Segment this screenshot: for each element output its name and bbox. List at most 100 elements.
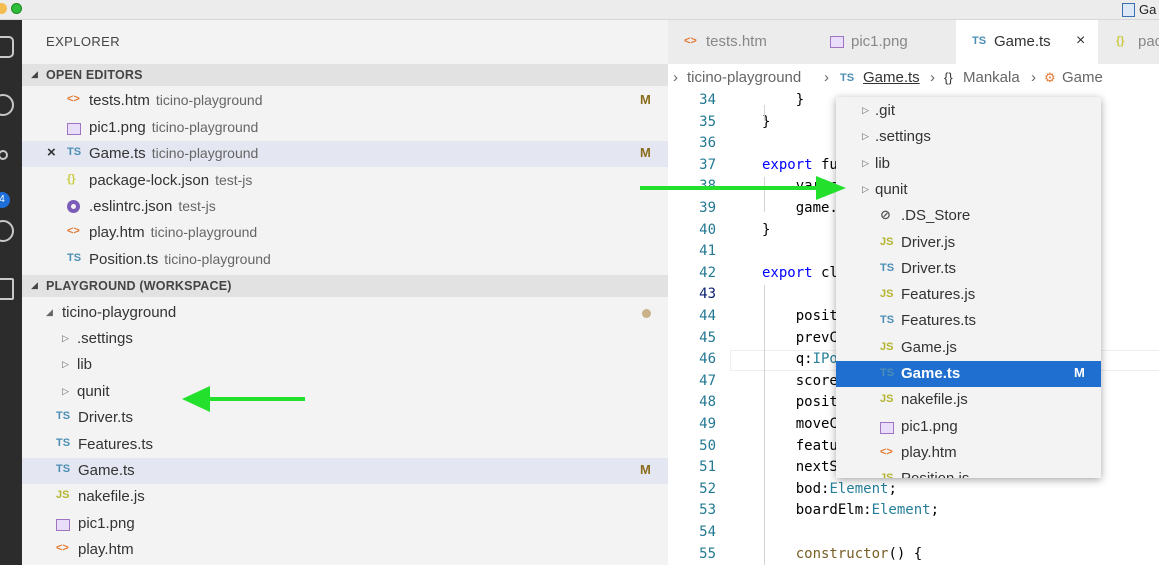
tree-file[interactable]: JS nakefile.js bbox=[22, 484, 668, 510]
tab-game-ts[interactable]: TS Game.ts × bbox=[956, 20, 1098, 64]
debug-icon[interactable] bbox=[0, 220, 14, 242]
typescript-file-icon: TS bbox=[840, 72, 855, 84]
open-editor-item[interactable]: .eslintrc.json test-js bbox=[22, 194, 668, 220]
file-name: package-lock.json bbox=[89, 172, 210, 189]
file-name: Features.js bbox=[901, 286, 976, 304]
picker-file[interactable]: JS Game.js bbox=[836, 335, 1101, 361]
open-editor-item[interactable]: {} package-lock.json test-js bbox=[22, 168, 668, 194]
open-editor-item-active[interactable]: × TS Game.ts ticino-playground M bbox=[22, 141, 668, 167]
file-name: Driver.ts bbox=[901, 259, 957, 277]
javascript-file-icon: JS bbox=[880, 340, 894, 353]
open-editor-item[interactable]: pic1.png ticino-playground bbox=[22, 115, 668, 141]
line-number: 50 bbox=[699, 437, 716, 454]
picker-file[interactable]: JS Position.js bbox=[836, 466, 1101, 478]
tree-file[interactable]: pic1.png bbox=[22, 511, 668, 537]
code-line: prevC bbox=[762, 330, 838, 346]
modified-dot bbox=[642, 309, 651, 318]
modified-badge: M bbox=[640, 92, 651, 107]
tab-label: pac bbox=[1138, 33, 1159, 50]
open-editor-item[interactable]: <> play.htm ticino-playground bbox=[22, 220, 668, 246]
picker-folder[interactable]: ▷ qunit bbox=[836, 177, 1101, 203]
picker-file[interactable]: JS nakefile.js bbox=[836, 387, 1101, 413]
picker-file[interactable]: JS Features.js bbox=[836, 282, 1101, 308]
window-yellow-button[interactable] bbox=[0, 3, 7, 14]
line-number: 44 bbox=[699, 308, 716, 324]
collapse-icon: ◢ bbox=[31, 280, 38, 290]
tab-label: pic1.png bbox=[851, 33, 908, 50]
tree-file-selected[interactable]: TS Game.ts M bbox=[22, 458, 668, 484]
tab-pic1-png[interactable]: pic1.png bbox=[816, 20, 956, 64]
tree-folder[interactable]: ▷ qunit bbox=[22, 379, 668, 405]
breadcrumb-class[interactable]: Game bbox=[1062, 69, 1103, 86]
tree-file[interactable]: <> play.htm bbox=[22, 537, 668, 563]
explorer-title: EXPLORER bbox=[46, 34, 121, 49]
file-name: play.htm bbox=[89, 224, 145, 241]
tab-tests-htm[interactable]: <> tests.htm bbox=[668, 20, 816, 64]
line-number: 35 bbox=[699, 113, 716, 130]
code-type: Element bbox=[871, 502, 931, 519]
code-function: constructor bbox=[762, 545, 889, 562]
line-number: 54 bbox=[699, 524, 716, 540]
file-name: Features.ts bbox=[78, 436, 154, 453]
breadcrumb-folder[interactable]: ticino-playground bbox=[687, 69, 801, 86]
tree-file[interactable]: TS Features.ts bbox=[22, 432, 668, 458]
code-line: export fu bbox=[762, 157, 838, 173]
breadcrumb-separator: › bbox=[930, 69, 935, 86]
breadcrumb-separator: › bbox=[824, 69, 829, 86]
close-icon[interactable]: × bbox=[47, 144, 56, 161]
tab-label: Game.ts bbox=[994, 33, 1051, 50]
picker-file[interactable]: pic1.png bbox=[836, 414, 1101, 440]
chevron-right-icon: ▷ bbox=[862, 105, 869, 115]
file-name: Position.js bbox=[901, 470, 969, 478]
file-folder: ticino-playground bbox=[151, 145, 259, 161]
code-text: bod: bbox=[762, 480, 830, 497]
tab-package-json[interactable]: {} pac bbox=[1098, 20, 1159, 64]
close-icon[interactable]: × bbox=[1076, 32, 1085, 50]
code-text: } bbox=[762, 221, 771, 238]
window-green-button[interactable] bbox=[11, 3, 22, 14]
workspace-header[interactable]: ◢ PLAYGROUND (WORKSPACE) bbox=[22, 275, 668, 297]
folder-name: qunit bbox=[77, 383, 110, 400]
modified-badge: M bbox=[640, 462, 651, 477]
eslint-file-icon-center bbox=[71, 204, 76, 209]
tree-folder[interactable]: ▷ lib bbox=[22, 352, 668, 378]
breadcrumb-namespace[interactable]: Mankala bbox=[963, 69, 1020, 86]
open-editor-item[interactable]: <> tests.htm ticino-playground M bbox=[22, 88, 668, 114]
files-icon[interactable] bbox=[0, 36, 14, 58]
file-folder: test-js bbox=[178, 198, 216, 214]
json-file-icon: {} bbox=[1116, 35, 1125, 47]
open-editor-item[interactable]: TS Position.ts ticino-playground bbox=[22, 247, 668, 273]
picker-folder[interactable]: ▷ .settings bbox=[836, 124, 1101, 150]
code-keyword: export bbox=[762, 156, 813, 173]
line-number: 48 bbox=[699, 394, 716, 411]
picker-file[interactable]: TS Driver.ts bbox=[836, 256, 1101, 282]
breadcrumb-separator: › bbox=[673, 69, 678, 86]
file-name: nakefile.js bbox=[901, 391, 968, 409]
tree-folder[interactable]: ▷ .settings bbox=[22, 326, 668, 352]
picker-folder[interactable]: ▷ lib bbox=[836, 151, 1101, 177]
breadcrumb-file-picker[interactable]: ▷ .git ▷ .settings ▷ lib ▷ qunit ⊘ .DS_Store JS Dri… bbox=[836, 97, 1101, 478]
picker-file[interactable]: <> play.htm bbox=[836, 440, 1101, 466]
source-control-icon[interactable] bbox=[0, 150, 8, 160]
open-editors-header[interactable]: ◢ OPEN EDITORS bbox=[22, 64, 668, 86]
modified-badge: M bbox=[640, 145, 651, 160]
image-file-icon bbox=[830, 36, 844, 48]
line-number: 45 bbox=[699, 329, 716, 346]
workspace-root-folder[interactable]: ◢ ticino-playground bbox=[22, 300, 668, 326]
extensions-icon[interactable] bbox=[0, 278, 14, 300]
picker-file[interactable]: TS Features.ts bbox=[836, 308, 1101, 334]
breadcrumb-file[interactable]: Game.ts bbox=[863, 69, 920, 86]
file-name: Game.js bbox=[901, 338, 957, 356]
collapse-icon: ◢ bbox=[31, 69, 38, 79]
picker-folder[interactable]: ▷ .git bbox=[836, 98, 1101, 124]
file-name: Game.ts bbox=[901, 365, 961, 382]
search-icon[interactable] bbox=[0, 94, 14, 116]
line-number: 52 bbox=[699, 480, 716, 497]
tree-file[interactable]: TS Driver.ts bbox=[22, 405, 668, 431]
picker-file-selected[interactable]: TS Game.ts M bbox=[836, 361, 1101, 387]
html-file-icon: <> bbox=[880, 445, 893, 458]
picker-file[interactable]: ⊘ .DS_Store bbox=[836, 203, 1101, 229]
code-text: } bbox=[762, 92, 805, 108]
typescript-file-icon: TS bbox=[972, 35, 987, 47]
picker-file[interactable]: JS Driver.js bbox=[836, 230, 1101, 256]
